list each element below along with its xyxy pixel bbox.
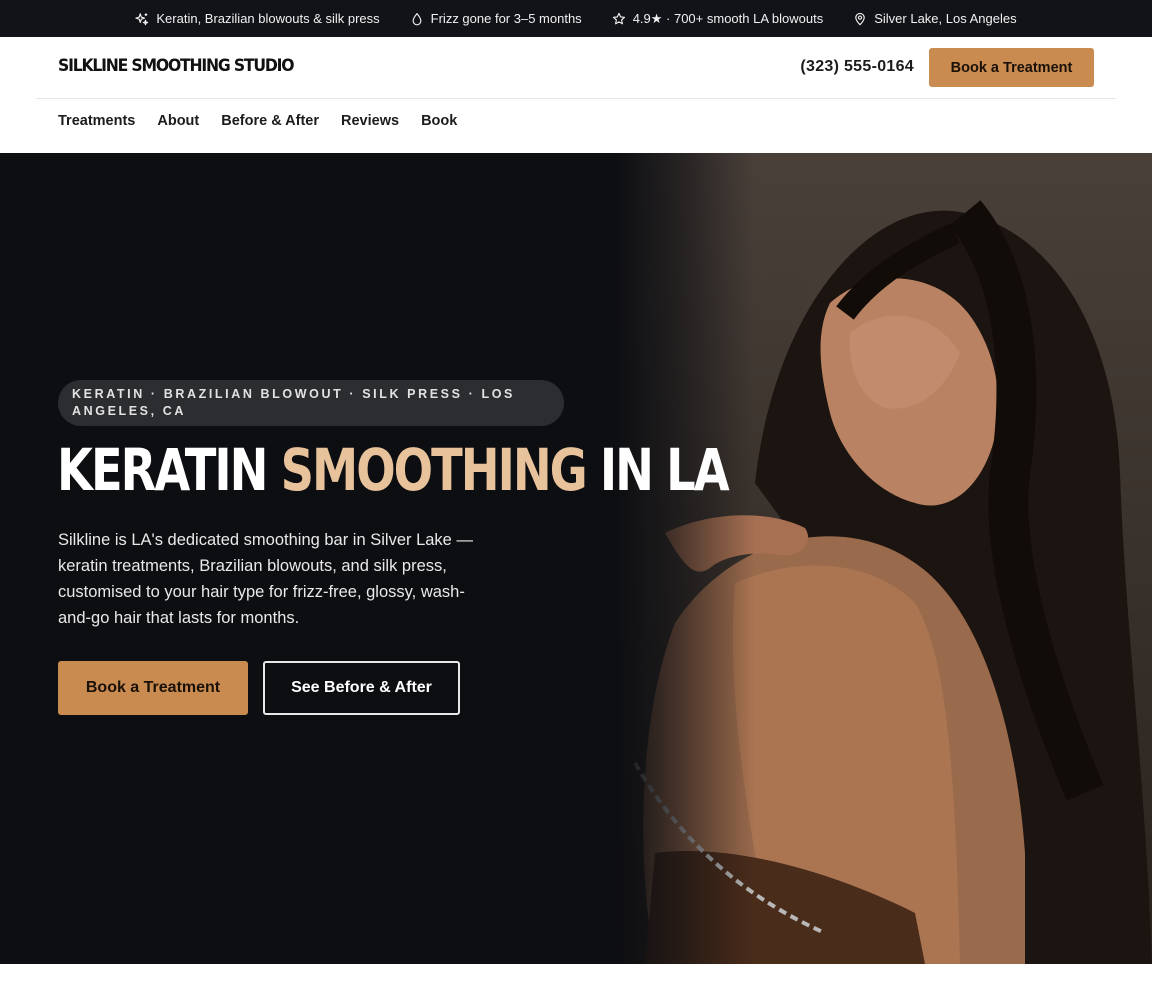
announcement-bar: Keratin, Brazilian blowouts & silk press… [0,0,1152,37]
logo[interactable]: SILKLINE SMOOTHING STUDIO [58,56,295,76]
hero-eyebrow: KERATIN · BRAZILIAN BLOWOUT · SILK PRESS… [58,380,564,426]
header-row: SILKLINE SMOOTHING STUDIO (323) 555-0164… [36,37,1116,99]
site-header: SILKLINE SMOOTHING STUDIO (323) 555-0164… [0,37,1152,153]
topbar-text: Frizz gone for 3–5 months [430,11,582,26]
header-book-button[interactable]: Book a Treatment [929,48,1094,87]
phone-link[interactable]: (323) 555-0164 [800,58,914,76]
headline-part-2: IN LA [585,436,730,504]
nav-item-treatments[interactable]: Treatments [58,113,135,129]
before-after-button[interactable]: See Before & After [263,661,460,715]
headline-accent: SMOOTHING [280,436,588,504]
nav-item-book[interactable]: Book [421,113,457,129]
topbar-text: Silver Lake, Los Angeles [874,11,1017,26]
headline-part-1: KERATIN [57,436,281,504]
topbar-text: 4.9★ · 700+ smooth LA blowouts [632,10,824,26]
nav-item-reviews[interactable]: Reviews [341,113,399,129]
droplet-icon [410,12,424,26]
photo-fade-overlay [615,153,755,964]
star-icon [612,12,626,26]
main-nav: Treatments About Before & After Reviews … [58,113,457,129]
topbar-item-services: Keratin, Brazilian blowouts & silk press [135,11,380,26]
topbar-text: Keratin, Brazilian blowouts & silk press [156,11,380,26]
hero-section: KERATIN · BRAZILIAN BLOWOUT · SILK PRESS… [0,153,1152,964]
map-pin-icon [853,12,867,26]
topbar-item-longevity: Frizz gone for 3–5 months [410,11,582,26]
nav-item-about[interactable]: About [157,113,199,129]
hero-headline: KERATIN SMOOTHING IN LA [57,436,730,504]
hero-book-button[interactable]: Book a Treatment [58,661,248,715]
nav-item-before-after[interactable]: Before & After [221,113,319,129]
topbar-item-location: Silver Lake, Los Angeles [853,11,1017,26]
hero-photo [615,153,1152,964]
sparkle-icon [135,12,149,26]
hero-description: Silkline is LA's dedicated smoothing bar… [58,531,473,627]
topbar-item-rating: 4.9★ · 700+ smooth LA blowouts [612,10,824,27]
